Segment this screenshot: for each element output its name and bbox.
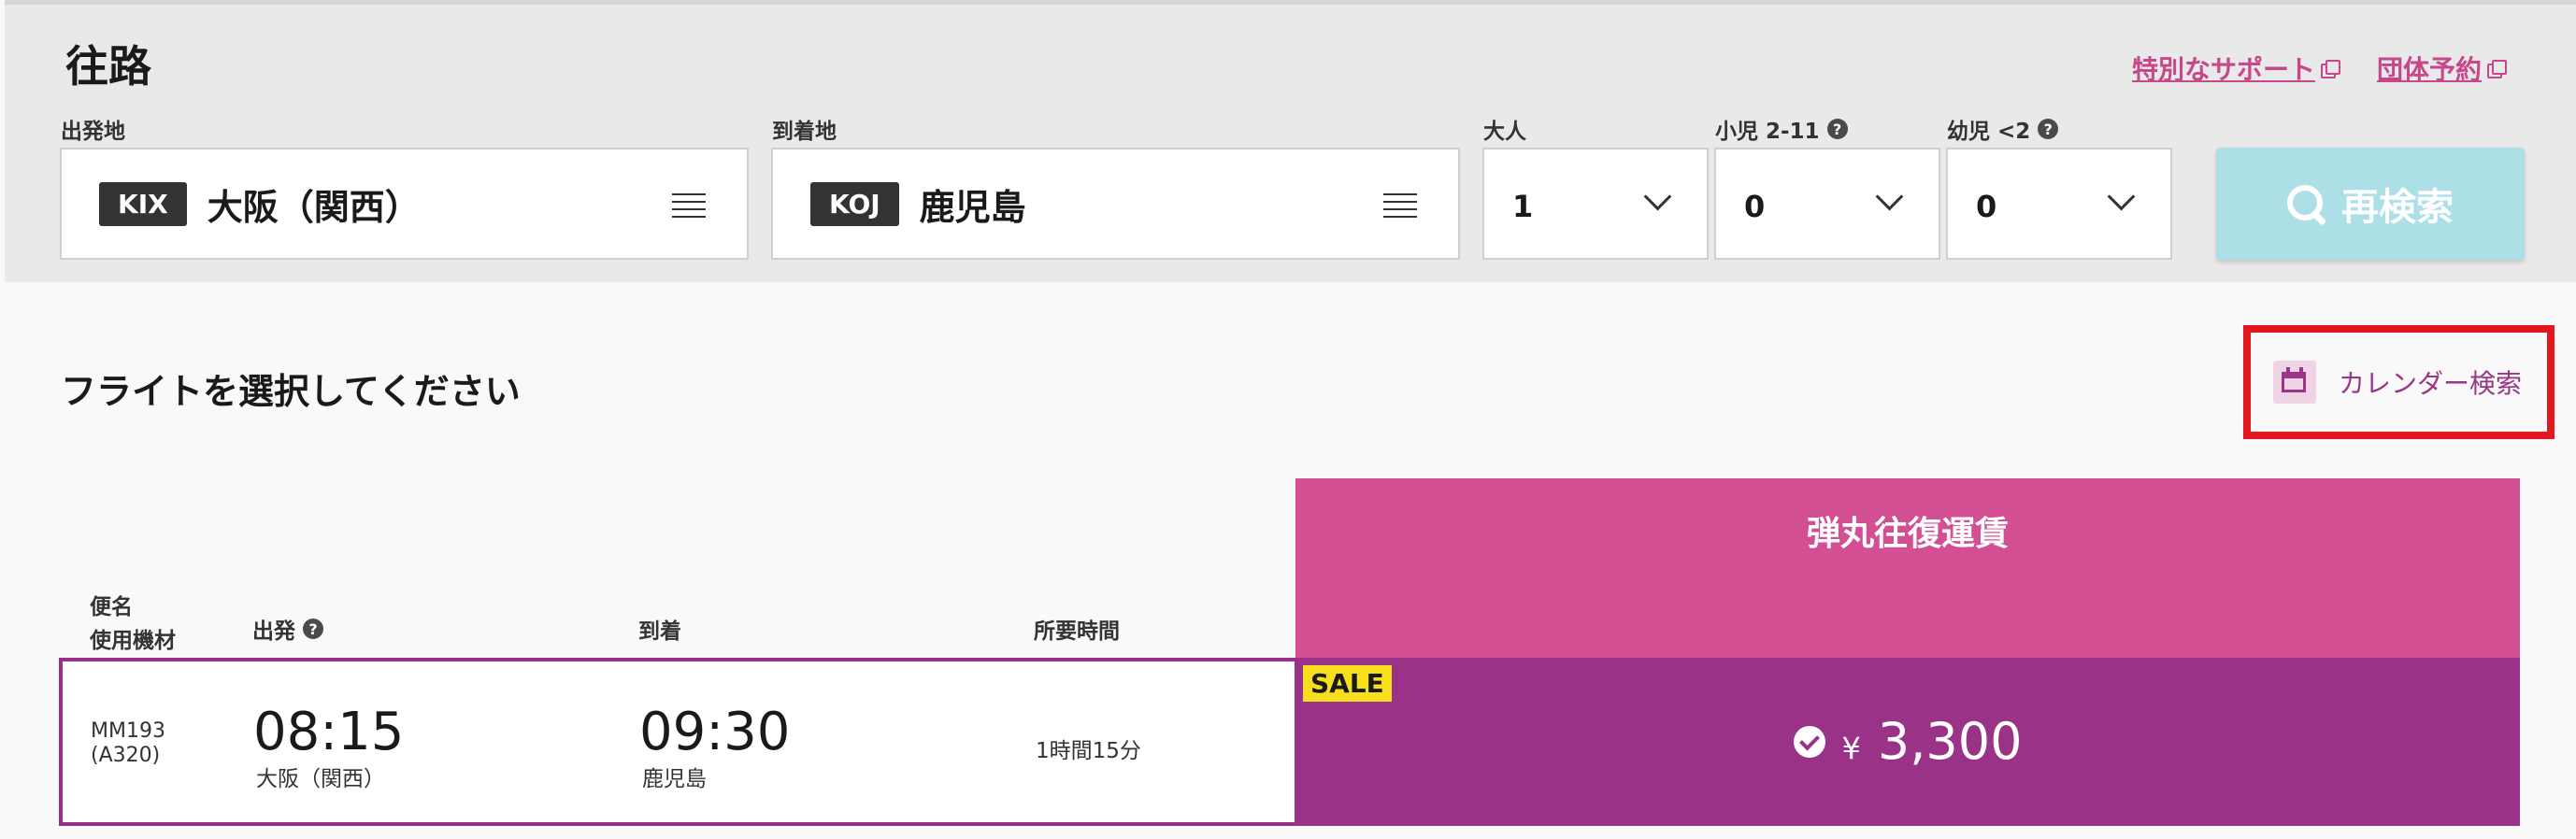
external-link-icon <box>2321 60 2341 78</box>
children-value: 0 <box>1744 189 1766 224</box>
special-support-link[interactable]: 特別なサポート <box>2132 50 2341 87</box>
origin-label: 出発地 <box>61 120 125 144</box>
children-label-text: 小児 2-11 <box>1715 120 1820 144</box>
aircraft-header: 使用機材 <box>90 629 176 653</box>
chevron-down-icon <box>2107 182 2136 211</box>
children-label: 小児 2-11 ? <box>1715 113 1848 145</box>
destination-field[interactable]: KOJ 鹿児島 <box>771 148 1460 260</box>
infants-label: 幼児 <2 ? <box>1947 113 2059 145</box>
destination-code-badge: KOJ <box>810 181 899 226</box>
arrival-column-header: 到着 <box>638 619 681 644</box>
flight-row[interactable]: MM193 (A320) 08:15 大阪（関西） 09:30 鹿児島 1時間1… <box>59 658 1298 826</box>
price-value: 3,300 <box>1877 712 2023 771</box>
fare-column-header: 弾丸往復運賃 <box>1295 478 2520 658</box>
children-select[interactable]: 0 <box>1714 148 1940 260</box>
special-support-label: 特別なサポート <box>2132 54 2316 85</box>
infants-select[interactable]: 0 <box>1946 148 2172 260</box>
departure-time: 08:15 <box>253 702 405 762</box>
list-icon[interactable] <box>1383 193 1417 218</box>
destination-label: 到着地 <box>772 120 837 144</box>
calendar-icon <box>2273 361 2316 404</box>
fare-type-title: 弾丸往復運賃 <box>1806 515 2009 553</box>
page-title: 往路 <box>65 41 151 92</box>
flight-duration: 1時間15分 <box>1036 739 1141 763</box>
infants-value: 0 <box>1976 189 1997 224</box>
currency-symbol: ¥ <box>1841 730 1861 766</box>
external-link-icon <box>2487 60 2508 78</box>
departure-header-text: 出発 <box>252 619 295 644</box>
research-button[interactable]: 再検索 <box>2216 148 2525 260</box>
fare-price: ¥ 3,300 <box>1295 712 2520 771</box>
calendar-search-button[interactable]: カレンダー検索 <box>2243 325 2555 439</box>
group-booking-link[interactable]: 団体予約 <box>2377 50 2508 87</box>
calendar-search-label: カレンダー検索 <box>2339 368 2523 399</box>
question-circle-icon[interactable]: ? <box>2038 119 2059 139</box>
flight-number-cell: MM193 (A320) <box>91 719 165 768</box>
arrival-time: 09:30 <box>639 702 791 762</box>
flight-number: MM193 <box>91 719 165 743</box>
departure-column-header: 出発 ? <box>252 613 323 645</box>
adults-label: 大人 <box>1483 113 1526 145</box>
origin-city: 大阪（関西） <box>207 186 421 228</box>
chevron-down-icon <box>1643 182 1672 211</box>
destination-city: 鹿児島 <box>919 186 1026 228</box>
adults-label-text: 大人 <box>1483 120 1526 144</box>
flight-column-header: 便名 使用機材 <box>90 589 176 654</box>
arrival-place: 鹿児島 <box>642 767 707 791</box>
search-panel: 往路 特別なサポート 団体予約 出発地 KIX 大阪（関西） 到着地 KOJ 鹿… <box>5 0 2576 282</box>
chevron-down-icon <box>1875 182 1904 211</box>
departure-place: 大阪（関西） <box>256 767 385 791</box>
origin-field[interactable]: KIX 大阪（関西） <box>60 148 749 260</box>
search-icon <box>2287 185 2325 222</box>
aircraft-type: (A320) <box>91 744 161 767</box>
flight-number-header: 便名 <box>90 595 133 619</box>
adults-select[interactable]: 1 <box>1482 148 1709 260</box>
adults-value: 1 <box>1512 189 1534 224</box>
question-circle-icon[interactable]: ? <box>303 619 323 639</box>
list-icon[interactable] <box>672 193 706 218</box>
fare-option-cell[interactable]: SALE ¥ 3,300 <box>1295 658 2520 826</box>
check-circle-icon <box>1793 725 1825 758</box>
group-booking-label: 団体予約 <box>2377 54 2483 85</box>
research-button-label: 再検索 <box>2341 186 2454 229</box>
select-flight-heading: フライトを選択してください <box>61 371 521 412</box>
origin-code-badge: KIX <box>99 181 187 226</box>
sale-badge: SALE <box>1303 665 1392 702</box>
infants-label-text: 幼児 <2 <box>1947 120 2031 144</box>
duration-column-header: 所要時間 <box>1034 619 1120 644</box>
question-circle-icon[interactable]: ? <box>1826 119 1848 139</box>
